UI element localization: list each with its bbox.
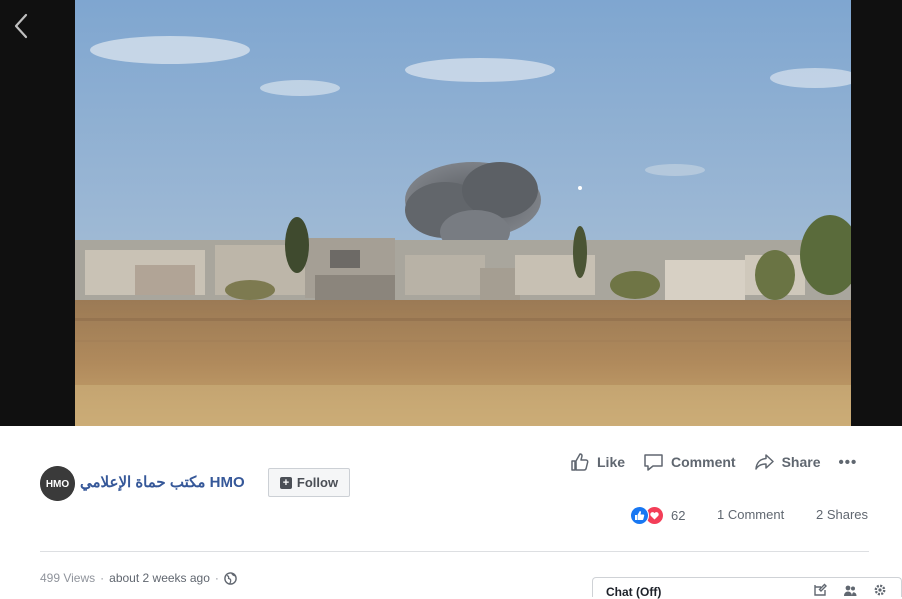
share-arrow-icon [754, 454, 774, 470]
post-info-panel: HMO مكتب حماة الإعلامي HMO + Follow Like… [0, 426, 902, 593]
chat-label: Chat (Off) [606, 585, 662, 599]
like-reaction-icon [630, 506, 649, 525]
views-count: 499 Views [40, 571, 96, 585]
speech-bubble-icon [644, 454, 663, 471]
avatar[interactable]: HMO [40, 466, 75, 501]
like-label: Like [597, 454, 626, 470]
shares-count-link[interactable]: 2 Shares [816, 507, 868, 522]
divider [40, 551, 869, 552]
comment-label: Comment [671, 454, 736, 470]
meta-separator: · [214, 571, 219, 585]
reactions-summary[interactable]: 62 [630, 506, 685, 525]
reactions-count: 62 [671, 508, 686, 523]
post-timestamp[interactable]: about 2 weeks ago [109, 571, 210, 585]
comments-count-link[interactable]: 1 Comment [717, 507, 784, 522]
globe-icon [224, 571, 237, 585]
compose-icon[interactable] [813, 583, 827, 597]
thumbs-up-icon [571, 453, 589, 471]
more-dots-icon[interactable]: ••• [839, 454, 858, 471]
video-still-image [75, 0, 851, 426]
post-meta: 499 Views · about 2 weeks ago · [40, 571, 237, 585]
comment-button[interactable]: Comment [643, 452, 736, 472]
like-button[interactable]: Like [570, 452, 625, 472]
follow-label: Follow [296, 475, 339, 490]
page-logo-icon: HMO [40, 466, 75, 501]
chevron-left-icon [14, 13, 28, 39]
post-actions: Like Comment Share ••• [570, 452, 857, 472]
chat-sidebar-bar[interactable]: Chat (Off) [592, 577, 902, 599]
gear-icon[interactable] [873, 583, 887, 597]
share-button[interactable]: Share [754, 452, 821, 472]
page-name-link[interactable]: مكتب حماة الإعلامي HMO [80, 473, 245, 491]
video-frame[interactable] [75, 0, 851, 426]
follow-button[interactable]: + Follow [268, 468, 350, 497]
share-label: Share [781, 454, 821, 470]
meta-separator: · [100, 571, 105, 585]
video-player[interactable] [0, 0, 902, 426]
svg-text:HMO: HMO [46, 479, 70, 490]
new-group-icon[interactable] [843, 583, 857, 597]
back-button[interactable] [10, 12, 34, 40]
chat-icons [813, 583, 887, 597]
plus-icon: + [279, 476, 292, 489]
